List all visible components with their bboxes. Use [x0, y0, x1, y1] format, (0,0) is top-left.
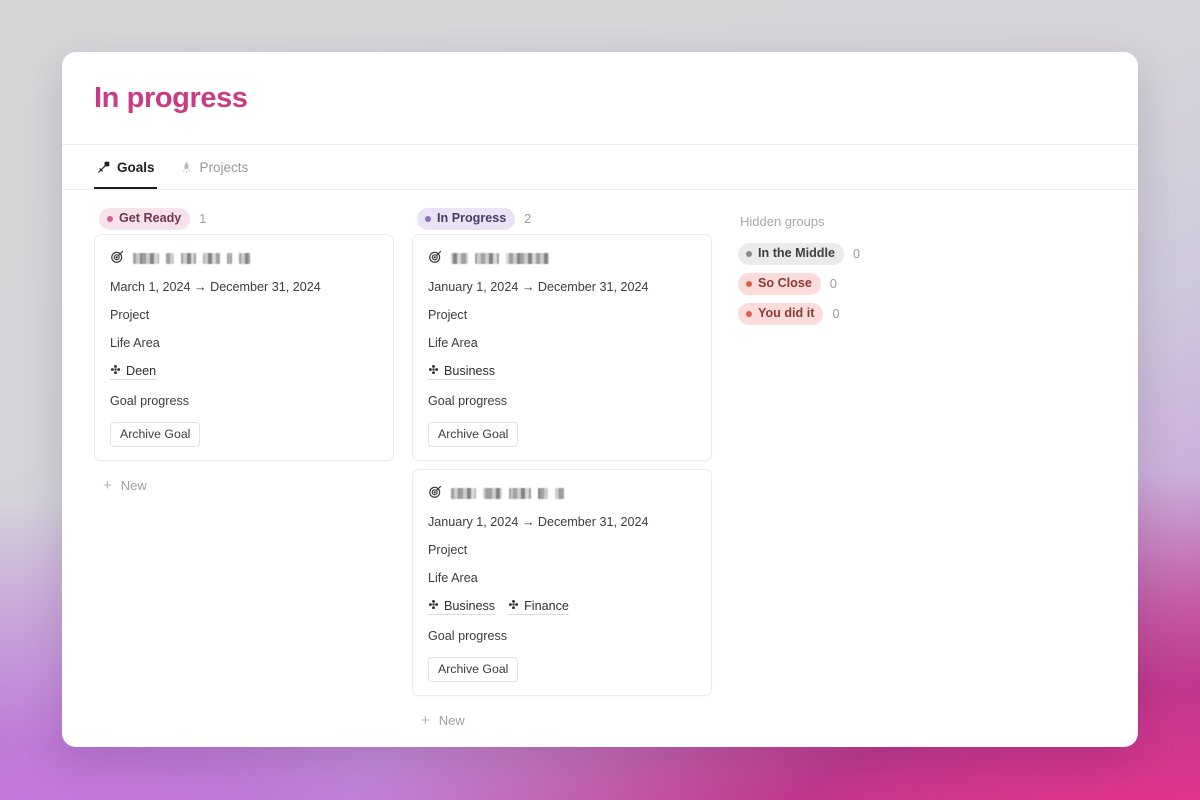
tab-bar: Goals Projects: [62, 145, 1138, 190]
status-badge-get-ready[interactable]: Get Ready: [99, 208, 190, 230]
column-count: 2: [524, 212, 531, 226]
goal-field-project[interactable]: Project: [110, 308, 378, 322]
hidden-group-count: 0: [853, 247, 860, 261]
hidden-group-row[interactable]: You did it 0: [738, 299, 980, 329]
relation-tag[interactable]: Business: [428, 364, 495, 380]
status-badge-so-close[interactable]: So Close: [738, 273, 821, 295]
status-badge-in-progress[interactable]: In Progress: [417, 208, 515, 230]
status-dot: [107, 216, 113, 222]
status-dot: [746, 281, 752, 287]
relation-tag-label: Business: [444, 599, 495, 613]
page-header: In progress: [62, 52, 1138, 145]
tab-projects[interactable]: Projects: [177, 145, 251, 189]
column-header-get-ready[interactable]: Get Ready 1: [94, 204, 394, 234]
hidden-groups-title: Hidden groups: [738, 206, 980, 236]
relation-tag[interactable]: Finance: [508, 599, 569, 615]
status-dot: [746, 251, 752, 257]
flower-icon: [428, 599, 439, 613]
hidden-group-row[interactable]: So Close 0: [738, 269, 980, 299]
goal-title-redacted: [451, 252, 549, 265]
hidden-group-row[interactable]: In the Middle 0: [738, 239, 980, 269]
status-badge-label: You did it: [758, 305, 814, 322]
goal-field-life-area[interactable]: Life Area: [428, 336, 696, 350]
status-badge-label: In the Middle: [758, 245, 835, 262]
target-icon: [110, 250, 124, 266]
page-title: In progress: [94, 82, 248, 115]
goal-progress-label: Goal progress: [110, 394, 378, 408]
hidden-groups-panel: Hidden groups In the Middle 0 So Close 0: [730, 204, 980, 329]
status-badge-you-did-it[interactable]: You did it: [738, 303, 823, 325]
goal-card[interactable]: January 1, 2024 → December 31, 2024 Proj…: [412, 469, 712, 696]
goal-date-range: January 1, 2024 → December 31, 2024: [428, 280, 696, 294]
goal-field-life-area[interactable]: Life Area: [110, 336, 378, 350]
relation-tag[interactable]: Business: [428, 599, 495, 615]
goal-progress-label: Goal progress: [428, 629, 696, 643]
archive-goal-button[interactable]: Archive Goal: [110, 422, 200, 447]
bow-and-arrow-icon: [96, 160, 111, 175]
board: Get Ready 1 March 1, 2024 → December 31,…: [62, 190, 1138, 737]
status-badge-label: In Progress: [437, 210, 506, 227]
rocket-icon: [179, 160, 194, 175]
status-badge-label: So Close: [758, 275, 812, 292]
board-column-in-progress: In Progress 2 January 1, 2024 → December…: [412, 204, 712, 737]
status-badge-in-the-middle[interactable]: In the Middle: [738, 243, 844, 265]
column-count: 1: [199, 212, 206, 226]
goal-title-redacted: [451, 487, 564, 500]
new-goal-label: New: [121, 478, 147, 493]
target-icon: [428, 250, 442, 266]
relation-tag[interactable]: Deen: [110, 364, 156, 380]
hidden-group-count: 0: [832, 307, 839, 321]
app-window: In progress Goals Projects Get Ready 1 M…: [62, 52, 1138, 747]
goal-relations: Business Finance: [428, 599, 696, 615]
status-dot: [746, 311, 752, 317]
goal-relations: Business: [428, 364, 696, 380]
relation-tag-label: Finance: [524, 599, 569, 613]
plus-icon: +: [103, 478, 112, 493]
tab-projects-label: Projects: [200, 160, 249, 175]
target-icon: [428, 485, 442, 501]
goal-date-range: March 1, 2024 → December 31, 2024: [110, 280, 378, 294]
archive-goal-button[interactable]: Archive Goal: [428, 422, 518, 447]
goal-date-range: January 1, 2024 → December 31, 2024: [428, 515, 696, 529]
flower-icon: [110, 364, 121, 378]
archive-goal-button[interactable]: Archive Goal: [428, 657, 518, 682]
board-column-get-ready: Get Ready 1 March 1, 2024 → December 31,…: [94, 204, 394, 502]
status-dot: [425, 216, 431, 222]
new-goal-button-get-ready[interactable]: + New: [94, 469, 394, 502]
new-goal-button-in-progress[interactable]: + New: [412, 704, 712, 737]
goal-relations: Deen: [110, 364, 378, 380]
goal-card[interactable]: March 1, 2024 → December 31, 2024 Projec…: [94, 234, 394, 461]
goal-field-project[interactable]: Project: [428, 308, 696, 322]
flower-icon: [428, 364, 439, 378]
relation-tag-label: Business: [444, 364, 495, 378]
goal-card-title-row: [110, 249, 378, 267]
relation-tag-label: Deen: [126, 364, 156, 378]
goal-field-project[interactable]: Project: [428, 543, 696, 557]
tab-goals-label: Goals: [117, 160, 155, 175]
flower-icon: [508, 599, 519, 613]
tab-goals[interactable]: Goals: [94, 145, 157, 189]
goal-card-title-row: [428, 484, 696, 502]
goal-card[interactable]: January 1, 2024 → December 31, 2024 Proj…: [412, 234, 712, 461]
new-goal-label: New: [439, 713, 465, 728]
goal-card-title-row: [428, 249, 696, 267]
goal-progress-label: Goal progress: [428, 394, 696, 408]
column-header-in-progress[interactable]: In Progress 2: [412, 204, 712, 234]
goal-field-life-area[interactable]: Life Area: [428, 571, 696, 585]
status-badge-label: Get Ready: [119, 210, 181, 227]
plus-icon: +: [421, 713, 430, 728]
goal-title-redacted: [133, 252, 250, 265]
hidden-group-count: 0: [830, 277, 837, 291]
